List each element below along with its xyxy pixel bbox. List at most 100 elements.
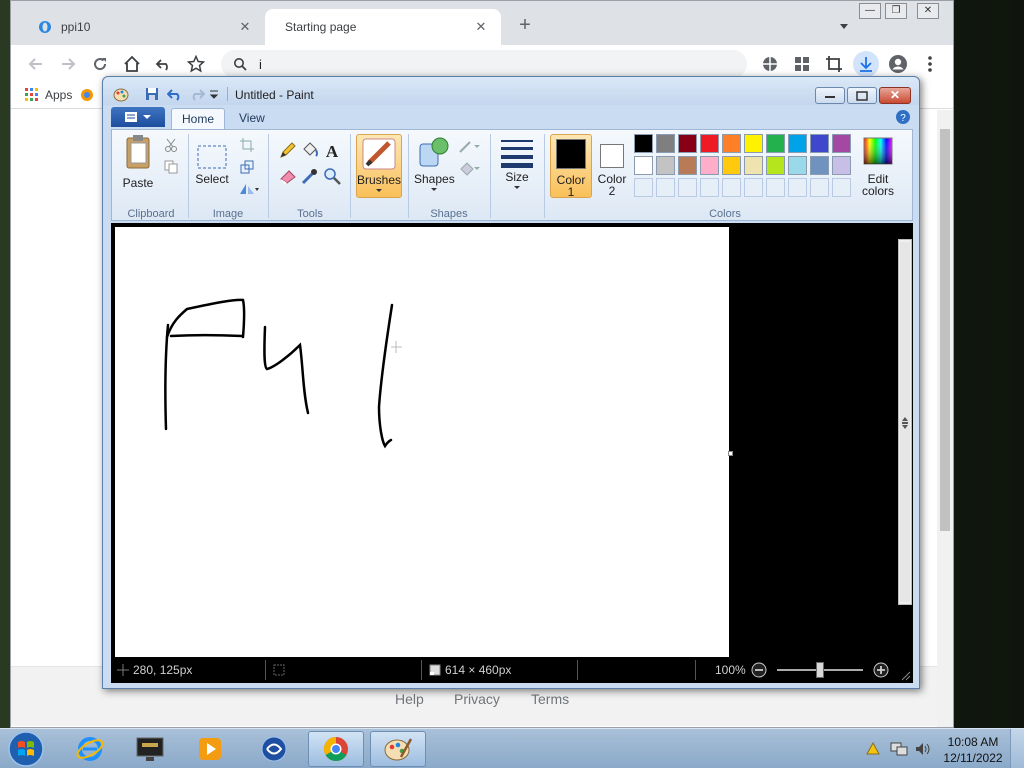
bookmark-favicon-icon[interactable] (80, 88, 94, 102)
tray-volume-icon[interactable] (914, 741, 932, 757)
taskbar-internet-explorer[interactable] (62, 731, 118, 767)
palette-swatch[interactable] (788, 156, 807, 175)
download-icon[interactable] (853, 51, 879, 77)
custom-color-slot[interactable] (722, 178, 741, 197)
palette-swatch[interactable] (810, 156, 829, 175)
zoom-slider[interactable] (777, 662, 863, 678)
tray-network-icon[interactable] (890, 741, 908, 757)
resize-icon[interactable] (240, 160, 254, 174)
outline-icon[interactable] (458, 138, 482, 154)
crop-icon[interactable] (821, 51, 847, 77)
crop-icon[interactable] (240, 138, 254, 152)
redo-icon[interactable] (189, 87, 205, 103)
start-button[interactable] (4, 729, 48, 768)
taskbar-chrome[interactable] (308, 731, 364, 767)
tab-view[interactable]: View (229, 108, 275, 129)
fill-bucket-icon[interactable] (300, 140, 320, 160)
home-icon[interactable] (119, 51, 145, 77)
zoom-out-icon[interactable] (751, 662, 767, 678)
palette-swatch[interactable] (634, 134, 653, 153)
tab-search-chevron-icon[interactable] (837, 19, 851, 33)
zoom-slider-thumb[interactable] (816, 662, 824, 678)
paint-restore-button[interactable] (847, 87, 877, 104)
edit-colors-button[interactable]: Edit colors (858, 134, 898, 198)
resize-grip-icon[interactable] (901, 671, 911, 681)
address-input-text[interactable]: i (247, 57, 262, 72)
palette-swatch[interactable] (656, 134, 675, 153)
shapes-button[interactable]: Shapes (414, 134, 455, 198)
extension-icon[interactable] (757, 51, 783, 77)
custom-color-slot[interactable] (832, 178, 851, 197)
browser-minimize-button[interactable]: — (859, 3, 881, 19)
custom-color-slot[interactable] (744, 178, 763, 197)
color1-button[interactable]: Color 1 (550, 134, 592, 199)
copy-icon[interactable] (164, 160, 178, 174)
custom-color-slot[interactable] (634, 178, 653, 197)
palette-swatch[interactable] (788, 134, 807, 153)
clock-time[interactable]: 10:08 AM (944, 735, 1002, 749)
palette-swatch[interactable] (766, 156, 785, 175)
custom-color-slot[interactable] (678, 178, 697, 197)
paint-menu-button[interactable] (111, 107, 165, 127)
new-tab-button[interactable]: + (513, 14, 537, 38)
eraser-icon[interactable] (278, 166, 298, 186)
palette-swatch[interactable] (810, 134, 829, 153)
apps-shortcut[interactable]: Apps (25, 87, 72, 102)
footer-link-privacy[interactable]: Privacy (454, 691, 500, 707)
palette-swatch[interactable] (832, 156, 851, 175)
palette-swatch[interactable] (678, 156, 697, 175)
footer-link-help[interactable]: Help (395, 691, 424, 707)
reload-icon[interactable] (87, 51, 113, 77)
forward-icon[interactable] (55, 51, 81, 77)
extensions-puzzle-icon[interactable] (789, 51, 815, 77)
browser-close-button[interactable]: ✕ (917, 3, 939, 19)
browser-restore-button[interactable]: ❐ (885, 3, 907, 19)
palette-swatch[interactable] (700, 134, 719, 153)
taskbar-network-app[interactable] (246, 731, 302, 767)
palette-swatch[interactable] (744, 156, 763, 175)
back-icon[interactable] (23, 51, 49, 77)
undo-icon[interactable] (151, 51, 177, 77)
tab-ppi10[interactable]: ppi10 ✕ (25, 9, 265, 45)
clock-date[interactable]: 12/11/2022 (940, 751, 1006, 765)
zoom-in-icon[interactable] (873, 662, 889, 678)
help-icon[interactable]: ? (895, 109, 911, 125)
palette-swatch[interactable] (766, 134, 785, 153)
palette-swatch[interactable] (678, 134, 697, 153)
browser-menu-icon[interactable] (917, 51, 943, 77)
custom-color-slot[interactable] (656, 178, 675, 197)
color-picker-icon[interactable] (300, 166, 320, 186)
taskbar-media-player[interactable] (182, 731, 238, 767)
bookmark-star-icon[interactable] (183, 51, 209, 77)
color2-button[interactable]: Color 2 (594, 134, 632, 198)
palette-swatch[interactable] (722, 156, 741, 175)
palette-swatch[interactable] (700, 156, 719, 175)
palette-swatch[interactable] (656, 156, 675, 175)
paint-minimize-button[interactable] (815, 87, 845, 104)
text-tool-icon[interactable]: A (322, 140, 342, 160)
profile-avatar-icon[interactable] (885, 51, 911, 77)
footer-link-terms[interactable]: Terms (531, 691, 569, 707)
brushes-button[interactable]: Brushes (356, 134, 402, 198)
taskbar-media-center[interactable] (122, 731, 178, 767)
close-tab-icon[interactable]: ✕ (237, 19, 253, 35)
canvas-vertical-scrollbar[interactable] (898, 239, 912, 605)
custom-color-slot[interactable] (788, 178, 807, 197)
palette-swatch[interactable] (744, 134, 763, 153)
magnifier-icon[interactable] (322, 166, 342, 186)
paint-close-button[interactable]: ✕ (879, 87, 911, 104)
size-button[interactable]: Size (496, 136, 538, 198)
drawing-canvas[interactable] (115, 227, 729, 657)
customize-qat-chevron-icon[interactable] (209, 87, 225, 103)
custom-color-slot[interactable] (810, 178, 829, 197)
close-tab-icon[interactable]: ✕ (473, 19, 489, 35)
tab-starting-page[interactable]: Starting page ✕ (265, 9, 501, 45)
palette-swatch[interactable] (634, 156, 653, 175)
show-desktop-button[interactable] (1010, 729, 1024, 768)
custom-color-slot[interactable] (700, 178, 719, 197)
select-button[interactable]: Select (194, 144, 230, 196)
tray-notification-icon[interactable] (866, 742, 880, 756)
save-icon[interactable] (145, 87, 161, 103)
palette-swatch[interactable] (832, 134, 851, 153)
taskbar-paint[interactable] (370, 731, 426, 767)
